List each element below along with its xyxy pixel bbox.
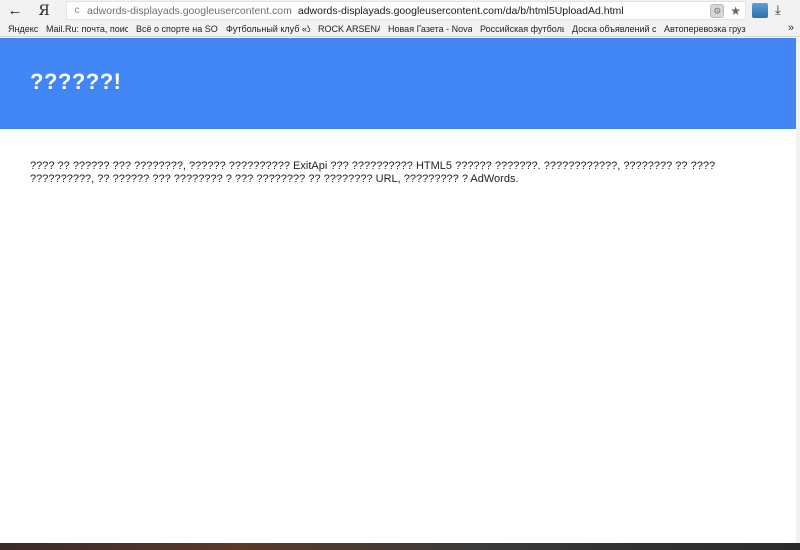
download-icon[interactable]: ⤓	[775, 2, 781, 18]
address-url[interactable]: adwords-displayads.googleusercontent.com…	[298, 5, 624, 17]
bookmark-cargo[interactable]: Автоперевозка груз	[656, 24, 760, 34]
scrollbar-track[interactable]	[796, 38, 800, 543]
browser-toolbar: ← Я c adwords-displayads.googleuserconte…	[0, 0, 800, 21]
page-message: ???? ?? ?????? ??? ????????, ?????? ????…	[30, 160, 716, 185]
page-content: ??????! ???? ?? ?????? ??? ????????, ???…	[0, 38, 800, 543]
os-taskbar	[0, 543, 800, 550]
yandex-logo[interactable]: Я	[30, 0, 58, 21]
bookmark-mailru[interactable]: Mail.Ru: почта, поиск	[38, 24, 128, 34]
page-header: ??????!	[0, 38, 796, 129]
reload-icon[interactable]: c	[67, 5, 87, 16]
page-title: ??????!	[30, 69, 122, 94]
bookmark-football-club[interactable]: Футбольный клуб «У	[218, 24, 310, 34]
bookmark-yandex[interactable]: Яндекс	[0, 24, 38, 34]
bookmarks-bar: Яндекс Mail.Ru: почта, поиск Всё о спорт…	[0, 21, 800, 37]
address-bar[interactable]: c adwords-displayads.googleusercontent.c…	[66, 1, 746, 20]
bookmark-russian-football[interactable]: Российская футболь	[472, 24, 564, 34]
bookmark-novaya-gazeta[interactable]: Новая Газета - Nova	[380, 24, 472, 34]
back-icon[interactable]: ←	[0, 0, 30, 21]
extension-icon[interactable]	[752, 3, 768, 18]
bookmark-classifieds[interactable]: Доска объявлений с	[564, 24, 656, 34]
star-icon[interactable]: ★	[730, 4, 741, 18]
bookmark-sport[interactable]: Всё о спорте на SOV	[128, 24, 218, 34]
bookmark-rock-arsenal[interactable]: ROCK ARSENAL	[310, 24, 380, 34]
address-domain: adwords-displayads.googleusercontent.com	[87, 4, 292, 17]
gear-icon[interactable]: ⚙	[710, 3, 725, 18]
bookmarks-more-icon[interactable]: »	[788, 21, 794, 36]
